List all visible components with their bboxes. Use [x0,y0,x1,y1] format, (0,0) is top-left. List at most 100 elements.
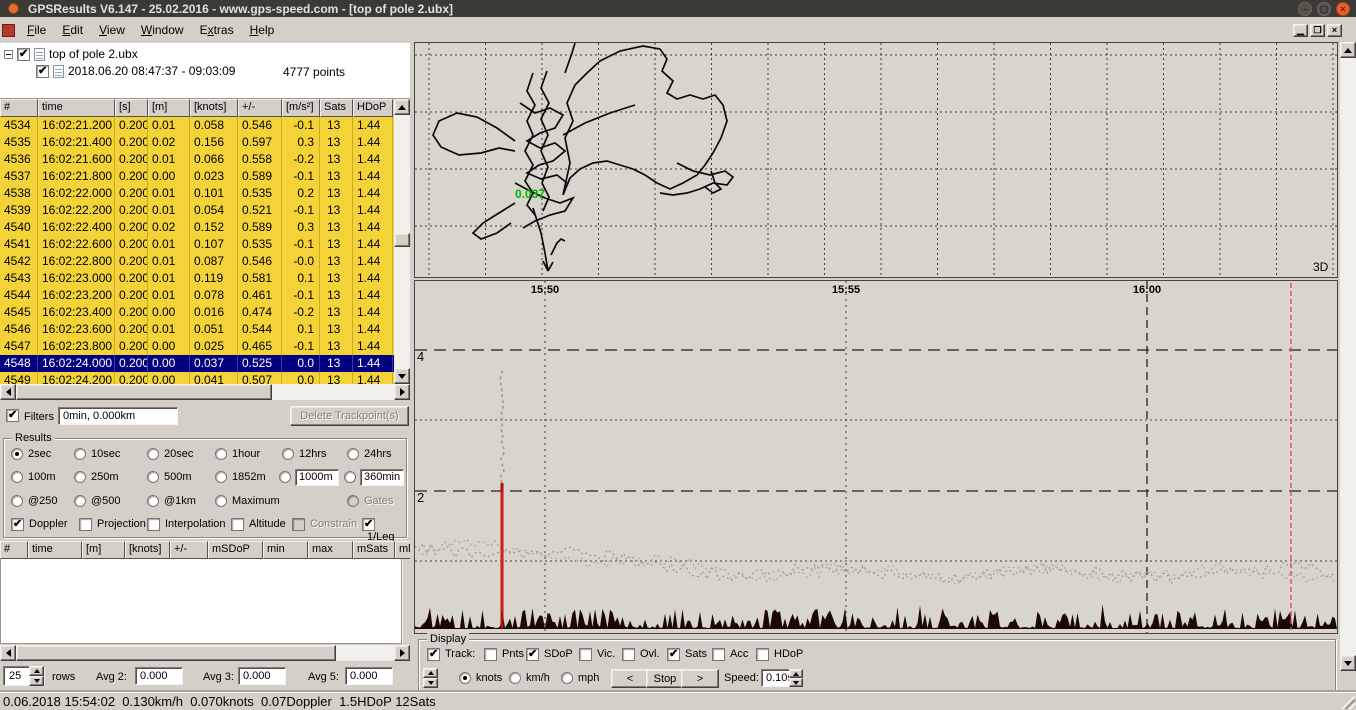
sats-checkbox[interactable] [667,648,680,661]
table-row[interactable]: 454716:02:23.8000.2000.000.0250.465-0.11… [0,338,394,355]
menu-extras[interactable]: Extras [192,21,242,39]
table-row[interactable]: 454816:02:24.0000.2000.000.0370.5250.013… [0,355,394,372]
close-button[interactable]: × [1336,2,1350,16]
radio-custom-time[interactable] [344,471,356,483]
altitude-checkbox[interactable] [231,518,244,531]
leg-checkbox[interactable] [362,518,375,531]
speed-spin-down-icon[interactable] [789,678,803,687]
zoom-spin-down-icon[interactable] [423,678,438,688]
knots-radio[interactable] [459,672,471,684]
track-table-hscrollbar[interactable] [0,384,410,400]
avg5-input[interactable]: 0.000 [345,667,393,685]
tree-root-label[interactable]: top of pole 2.ubx [49,47,138,61]
kmh-radio[interactable] [509,672,521,684]
scroll-down-icon[interactable] [394,368,410,384]
table-row[interactable]: 453416:02:21.2000.2000.010.0580.546-0.11… [0,117,394,134]
maximize-button[interactable]: ▢ [1317,2,1331,16]
menu-window[interactable]: Window [133,21,192,39]
ovl-checkbox[interactable] [622,648,635,661]
custom-time-input[interactable]: 360min [360,469,404,486]
avg3-input[interactable]: 0.000 [238,667,286,685]
table-row[interactable]: 454416:02:23.2000.2000.010.0780.461-0.11… [0,287,394,304]
radio-24hrs[interactable] [347,448,359,460]
table-row[interactable]: 453616:02:21.6000.2000.010.0660.558-0.21… [0,151,394,168]
table-row[interactable]: 453816:02:22.0000.2000.010.1010.5350.213… [0,185,394,202]
menu-file[interactable]: File [19,21,54,39]
vscroll-thumb[interactable] [394,233,410,247]
resize-grip[interactable] [1341,695,1355,709]
menu-view[interactable]: View [91,21,133,39]
radio-12hrs[interactable] [282,448,294,460]
table-row[interactable]: 453716:02:21.8000.2000.000.0230.589-0.11… [0,168,394,185]
mdi-restore-button[interactable]: ❐ [1310,24,1325,37]
tree-collapse-icon[interactable] [4,50,13,59]
tree-root-row[interactable]: top of pole 2.ubx [4,46,138,62]
step-forward-button[interactable]: > [681,669,719,688]
table-row[interactable]: 454616:02:23.6000.2000.010.0510.5440.113… [0,321,394,338]
radio-100m[interactable] [11,471,23,483]
mdi-child-icon[interactable] [2,24,15,37]
scroll-up-icon[interactable] [1340,42,1356,58]
hscroll-thumb[interactable] [16,384,272,400]
radio-at500[interactable] [74,495,86,507]
radio-at1km[interactable] [147,495,159,507]
scroll-left-icon[interactable] [0,645,16,661]
plot-vscrollbar[interactable] [1340,42,1356,671]
speed-graph[interactable]: 15:50 15:55 16:00 4 2 [414,280,1338,634]
tree-session-checkbox[interactable] [36,65,49,78]
table-row[interactable]: 454216:02:22.8000.2000.010.0870.546-0.01… [0,253,394,270]
stop-button[interactable]: Stop [646,669,684,688]
tree-root-checkbox[interactable] [17,48,30,61]
table-row[interactable]: 454516:02:23.4000.2000.000.0160.474-0.21… [0,304,394,321]
scroll-right-icon[interactable] [394,645,410,661]
tree-session-label[interactable]: 2018.06.20 08:47:37 - 09:03:09 [68,64,235,78]
results-table-hscrollbar[interactable] [0,645,410,661]
table-row[interactable]: 454016:02:22.4000.2000.020.1520.5890.313… [0,219,394,236]
interpolation-checkbox[interactable] [147,518,160,531]
filters-input[interactable]: 0min, 0.000km [58,407,178,425]
projection-checkbox[interactable] [79,518,92,531]
mdi-minimize-button[interactable]: ▁ [1293,24,1308,37]
radio-maximum[interactable] [215,495,227,507]
tree-session-row[interactable]: 2018.06.20 08:47:37 - 09:03:09 [36,63,235,79]
radio-10sec[interactable] [74,448,86,460]
table-row[interactable]: 453516:02:21.4000.2000.020.1560.5970.313… [0,134,394,151]
track-table-vscrollbar[interactable] [394,99,410,384]
radio-500m[interactable] [147,471,159,483]
radio-1hour[interactable] [215,448,227,460]
radio-at250[interactable] [11,495,23,507]
vic-checkbox[interactable] [579,648,592,661]
zoom-spin-up-icon[interactable] [423,668,438,678]
menu-help[interactable]: Help [242,21,283,39]
sdop-checkbox[interactable] [526,648,539,661]
radio-1852m[interactable] [215,471,227,483]
table-row[interactable]: 453916:02:22.2000.2000.010.0540.521-0.11… [0,202,394,219]
doppler-checkbox[interactable] [11,518,24,531]
filters-checkbox[interactable] [6,409,19,422]
scroll-right-icon[interactable] [394,384,410,400]
track-checkbox[interactable] [427,648,440,661]
avg2-input[interactable]: 0.000 [135,667,183,685]
scroll-left-icon[interactable] [0,384,16,400]
mph-radio[interactable] [561,672,573,684]
table-row[interactable]: 454916:02:24.2000.2000.000.0410.5070.013… [0,372,394,384]
speed-spin-up-icon[interactable] [789,669,803,678]
mdi-close-button[interactable]: × [1327,24,1342,37]
pnts-checkbox[interactable] [484,648,497,661]
rows-spin-down-icon[interactable] [29,676,44,686]
radio-250m[interactable] [74,471,86,483]
scroll-up-icon[interactable] [394,99,410,115]
acc-checkbox[interactable] [712,648,725,661]
rows-spin-up-icon[interactable] [29,666,44,676]
hscroll-thumb[interactable] [16,645,336,661]
custom-distance-input[interactable]: 1000m [295,469,339,486]
table-row[interactable]: 454316:02:23.0000.2000.010.1190.5810.113… [0,270,394,287]
minimize-button[interactable]: – [1298,2,1312,16]
step-back-button[interactable]: < [611,669,649,688]
hdop-checkbox[interactable] [756,648,769,661]
scroll-down-icon[interactable] [1340,655,1356,671]
radio-2sec[interactable] [11,448,23,460]
table-row[interactable]: 454116:02:22.6000.2000.010.1070.535-0.11… [0,236,394,253]
track-plot[interactable]: 0.037 3D [414,42,1338,278]
menu-edit[interactable]: Edit [54,21,91,39]
